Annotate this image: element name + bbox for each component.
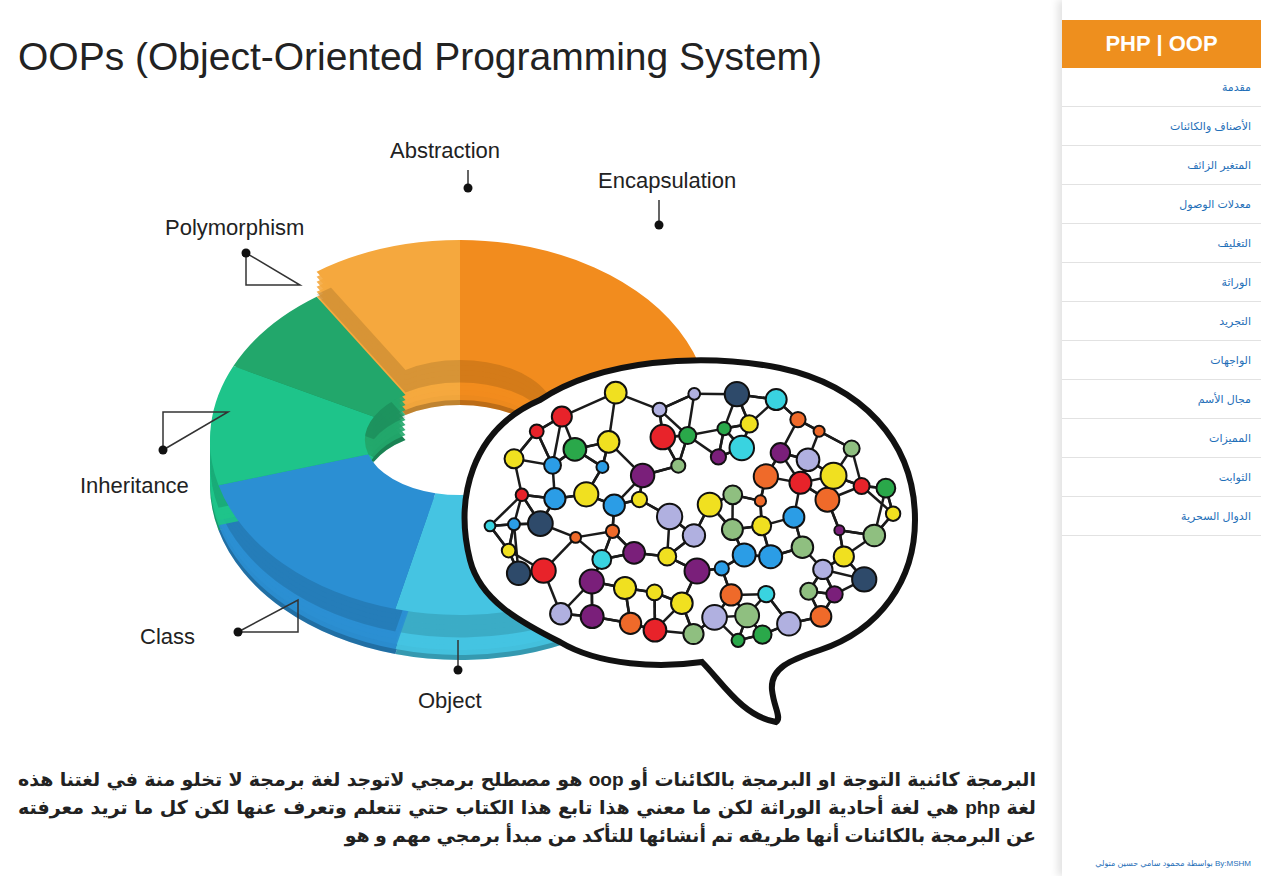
sidebar-footer: By:MSHM بواسطة محمود سامي حسين متولي bbox=[1062, 859, 1261, 876]
segment-label: Object bbox=[418, 640, 482, 713]
sidebar-item[interactable]: التغليف bbox=[1062, 224, 1261, 263]
svg-text:Encapsulation: Encapsulation bbox=[598, 168, 736, 193]
sidebar-item[interactable]: معدلات الوصول bbox=[1062, 185, 1261, 224]
svg-text:Abstraction: Abstraction bbox=[390, 138, 500, 163]
svg-text:Object: Object bbox=[418, 688, 482, 713]
sidebar-title: PHP | OOP bbox=[1062, 20, 1261, 68]
sidebar-item[interactable]: الوراثة bbox=[1062, 263, 1261, 302]
main-content: OOPs (Object-Oriented Programming System… bbox=[0, 0, 1062, 876]
sidebar-item[interactable]: الواجهات bbox=[1062, 341, 1261, 380]
segment-label: Inheritance bbox=[80, 412, 228, 498]
oop-diagram: OOPs (Object-Oriented Programming System… bbox=[0, 0, 1040, 748]
segment-label: Abstraction bbox=[390, 138, 500, 193]
svg-text:Polymorphism: Polymorphism bbox=[165, 215, 304, 240]
ring-segment bbox=[233, 297, 405, 417]
segment-label: Polymorphism bbox=[165, 215, 304, 285]
sidebar-item[interactable]: التجريد bbox=[1062, 302, 1261, 341]
sidebar-item[interactable]: المميزات bbox=[1062, 419, 1261, 458]
sidebar-nav: مقدمةالأصناف والكائناتالمتغير الزائفمعدل… bbox=[1062, 68, 1261, 859]
sidebar-item[interactable]: المتغير الزائف bbox=[1062, 146, 1261, 185]
page: OOPs (Object-Oriented Programming System… bbox=[0, 0, 1261, 876]
sidebar-item[interactable]: الدوال السحرية bbox=[1062, 497, 1261, 536]
sidebar-item[interactable]: مقدمة bbox=[1062, 68, 1261, 107]
svg-text:Inheritance: Inheritance bbox=[80, 473, 189, 498]
sidebar: PHP | OOPمقدمةالأصناف والكائناتالمتغير ا… bbox=[1062, 0, 1261, 876]
svg-text:Class: Class bbox=[140, 624, 195, 649]
segment-label: Encapsulation bbox=[598, 168, 736, 230]
sidebar-item[interactable]: مجال الأسم bbox=[1062, 380, 1261, 419]
figure-title: OOPs (Object-Oriented Programming System… bbox=[18, 35, 822, 78]
intro-paragraph: البرمجة كائنية التوجة او البرمجة بالكائن… bbox=[18, 766, 1036, 850]
brain-network-icon bbox=[465, 360, 915, 722]
sidebar-item[interactable]: الثوابت bbox=[1062, 458, 1261, 497]
segment-label: Class bbox=[140, 600, 298, 649]
sidebar-item[interactable]: الأصناف والكائنات bbox=[1062, 107, 1261, 146]
